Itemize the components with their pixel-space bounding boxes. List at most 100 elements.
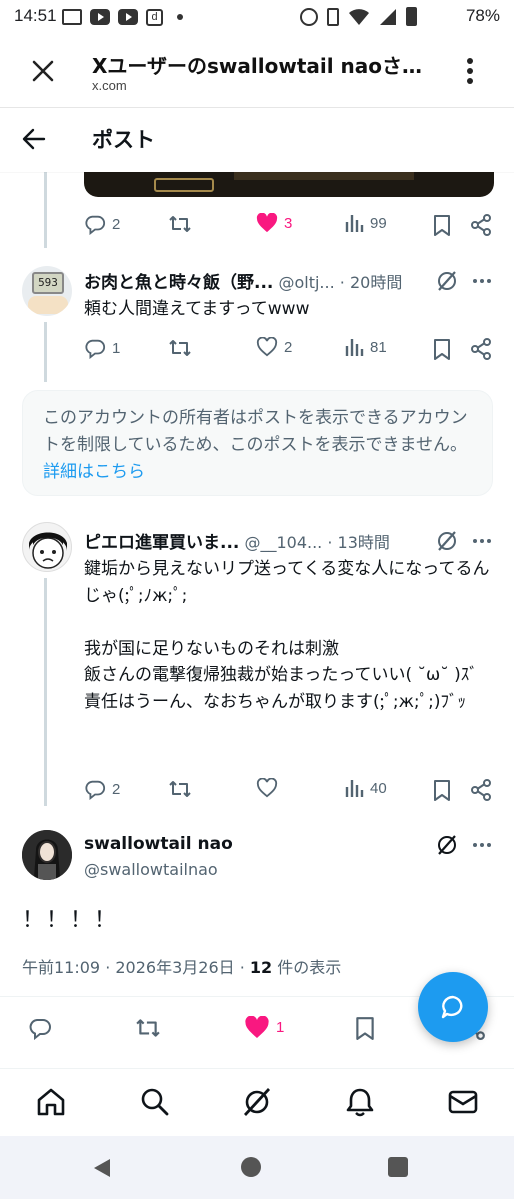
view-count: 12: [249, 958, 273, 977]
share-button[interactable]: [470, 779, 492, 801]
display-name[interactable]: swallowtail nao: [84, 834, 233, 854]
post-author-line: ピエロ進軍買いま... @__104... · 13時間: [84, 528, 434, 553]
bookmark-icon: [434, 215, 450, 236]
bookmark-icon: [434, 339, 450, 360]
avatar[interactable]: [22, 522, 72, 572]
home-nav-icon[interactable]: [241, 1157, 261, 1177]
bookmark-icon: [434, 780, 450, 801]
reply-button[interactable]: 2: [84, 778, 120, 800]
reply-count: 2: [112, 780, 121, 798]
messages-envelope-icon[interactable]: [448, 1090, 478, 1114]
system-navigation-bar: [0, 1136, 514, 1199]
share-icon: [471, 779, 491, 801]
notification-icon: [62, 9, 82, 25]
more-icon[interactable]: [472, 538, 492, 544]
view-count: 99: [370, 214, 387, 232]
repost-button[interactable]: [134, 1016, 162, 1040]
avatar[interactable]: [22, 830, 72, 880]
view-count: 40: [370, 779, 387, 797]
recents-nav-icon[interactable]: [388, 1157, 408, 1177]
grok-icon[interactable]: [436, 530, 458, 552]
like-button[interactable]: 2: [256, 337, 292, 357]
share-button[interactable]: [470, 214, 492, 236]
post-text: 鍵垢から見えないリプ送ってくる変な人になってるんじゃ(;ﾟ;ﾉж;ﾟ; 我が国に…: [84, 559, 490, 712]
post-text: 頼む人間違えてますってwww: [84, 299, 310, 319]
thread-line: [44, 578, 47, 806]
reply-icon: [85, 215, 106, 235]
notifications-bell-icon[interactable]: [346, 1087, 374, 1117]
repost-icon: [169, 781, 191, 797]
restricted-post-notice: このアカウントの所有者はポストを表示できるアカウントを制限しているため、このポス…: [22, 390, 493, 496]
post-time[interactable]: · 20時間: [340, 273, 403, 292]
bookmark-button[interactable]: [354, 1016, 376, 1040]
views-button[interactable]: 81: [344, 337, 387, 357]
heart-icon: [256, 337, 278, 357]
page-header: ポスト: [0, 108, 514, 172]
heart-filled-icon: [245, 1016, 269, 1038]
status-time: 14:51: [14, 6, 57, 25]
bookmark-button[interactable]: [432, 338, 452, 360]
user-handle[interactable]: @oltj...: [278, 273, 334, 292]
repost-icon: [136, 1019, 160, 1037]
avatar[interactable]: 593: [22, 266, 72, 316]
alarm-icon: [300, 7, 318, 26]
share-icon: [471, 214, 491, 236]
repost-button[interactable]: [168, 778, 192, 800]
status-bar: 14:51 d 78%: [0, 0, 514, 34]
dot-icon: [177, 14, 183, 20]
like-count: 2: [284, 338, 293, 356]
repost-icon: [169, 216, 191, 232]
main-post-text: ！！！！: [22, 908, 119, 933]
browser-toolbar: Xユーザーのswallowtail naoさん… x.com: [0, 34, 514, 108]
user-handle[interactable]: @__104...: [244, 533, 322, 552]
post-timestamp: 午前11:09 · 2026年3月26日 · 12 件の表示: [22, 958, 342, 977]
status-system-icons: [300, 7, 417, 26]
wifi-icon: [349, 8, 369, 25]
back-arrow-icon[interactable]: [22, 128, 46, 150]
reply-button[interactable]: 2: [84, 213, 120, 235]
display-name[interactable]: ピエロ進軍買いま...: [84, 533, 239, 553]
d-app-icon: d: [146, 9, 163, 26]
post-media-image[interactable]: [84, 172, 494, 197]
share-icon: [471, 338, 491, 360]
browser-page-title: Xユーザーのswallowtail naoさん…: [92, 54, 432, 78]
repost-button[interactable]: [168, 337, 192, 359]
grok-icon[interactable]: [242, 1087, 272, 1117]
like-button[interactable]: [256, 778, 284, 798]
grok-icon[interactable]: [436, 834, 458, 856]
bookmark-icon: [356, 1017, 374, 1040]
grok-icon[interactable]: [436, 270, 458, 292]
user-handle[interactable]: @swallowtailnao: [84, 860, 218, 879]
share-button[interactable]: [470, 338, 492, 360]
display-name[interactable]: お肉と魚と時々飯（野...: [84, 273, 273, 293]
bookmark-button[interactable]: [432, 214, 452, 236]
reply-button[interactable]: 1: [84, 337, 120, 359]
chat-bubble-icon: [441, 995, 463, 1019]
more-icon[interactable]: [472, 278, 492, 284]
post-author-line: お肉と魚と時々飯（野... @oltj... · 20時間: [84, 268, 414, 293]
search-icon[interactable]: [140, 1087, 170, 1117]
bookmark-button[interactable]: [432, 779, 452, 801]
youtube-icon: [90, 9, 110, 25]
views-button[interactable]: 40: [344, 778, 387, 798]
reply-count: 2: [112, 215, 121, 233]
notice-text: このアカウントの所有者はポストを表示できるアカウントを制限しているため、このポス…: [43, 408, 468, 455]
learn-more-link[interactable]: 詳細はこちら: [43, 462, 145, 482]
like-button[interactable]: 3: [256, 213, 292, 233]
battery-icon: [406, 7, 417, 26]
status-notification-icons: d: [62, 9, 183, 26]
home-icon[interactable]: [36, 1087, 66, 1117]
more-options-icon[interactable]: [466, 56, 474, 86]
close-icon[interactable]: [30, 58, 56, 84]
thread-line: [44, 172, 47, 248]
analytics-icon: [345, 339, 364, 356]
views-button[interactable]: 99: [344, 213, 387, 233]
reply-icon: [85, 780, 106, 800]
more-icon[interactable]: [472, 842, 492, 848]
reply-button[interactable]: [28, 1016, 52, 1040]
back-nav-icon[interactable]: [92, 1157, 112, 1179]
compose-fab[interactable]: [418, 972, 488, 1042]
like-button[interactable]: 1: [244, 1016, 284, 1039]
repost-button[interactable]: [168, 213, 198, 235]
post-time[interactable]: · 13時間: [327, 533, 390, 552]
